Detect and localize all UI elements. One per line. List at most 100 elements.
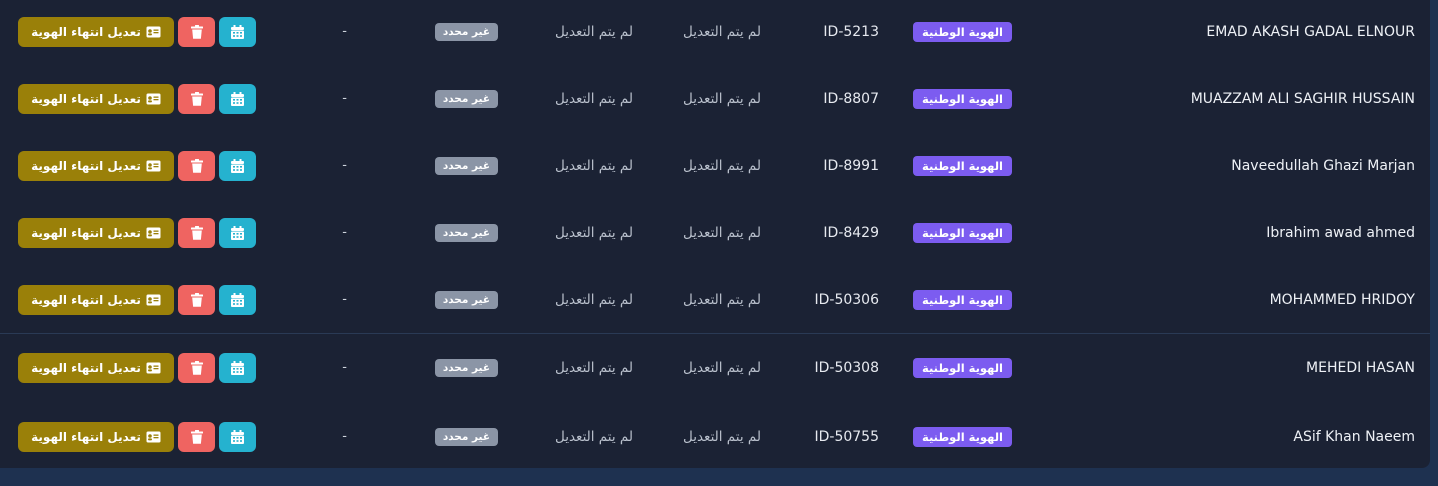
edit-button-label: تعديل انتهاء الهوية — [31, 225, 141, 240]
trash-icon — [190, 292, 203, 307]
edit-button-label: تعديل انتهاء الهوية — [31, 24, 141, 39]
delete-button[interactable] — [178, 284, 215, 315]
id-type-badge: الهوية الوطنية — [912, 21, 1012, 42]
id-card-icon — [146, 93, 161, 105]
table-row: Naveedullah Ghazi Marjan الهوية الوطنية … — [0, 132, 1430, 199]
table-row: EMAD AKASH GADAL ELNOUR الهوية الوطنية I… — [0, 0, 1430, 65]
edit-id-expiry-button[interactable]: تعديل انتهاء الهوية — [18, 83, 174, 114]
modification-status: لم يتم التعديل — [682, 291, 761, 308]
table-row: MOHAMMED HRIDOY الهوية الوطنية ID-50306 … — [0, 266, 1430, 333]
row-actions: تعديل انتهاء الهوية — [18, 132, 256, 199]
calendar-button[interactable] — [219, 352, 256, 383]
delete-button[interactable] — [178, 217, 215, 248]
edit-button-label: تعديل انتهاء الهوية — [31, 292, 141, 307]
calendar-icon — [231, 158, 244, 173]
undefined-badge: غير محدد — [434, 156, 498, 175]
id-number: ID-8429 — [823, 224, 879, 241]
calendar-icon — [231, 292, 244, 307]
undefined-badge: غير محدد — [434, 358, 498, 377]
modification-status: لم يتم التعديل — [682, 23, 761, 40]
id-number: ID-50755 — [814, 428, 880, 445]
modification-status: لم يتم التعديل — [682, 157, 761, 174]
employee-name: Ibrahim awad ahmed — [1266, 224, 1415, 241]
id-number: ID-5213 — [823, 23, 879, 40]
employee-name: EMAD AKASH GADAL ELNOUR — [1206, 23, 1415, 40]
modification-status: لم يتم التعديل — [554, 90, 633, 107]
employee-name: MEHEDI HASAN — [1306, 359, 1415, 376]
table-row: Ibrahim awad ahmed الهوية الوطنية ID-842… — [0, 199, 1430, 266]
expiry-value: - — [342, 360, 347, 375]
delete-button[interactable] — [178, 421, 215, 452]
modification-status: لم يتم التعديل — [682, 428, 761, 445]
row-actions: تعديل انتهاء الهوية — [18, 65, 256, 132]
id-type-badge: الهوية الوطنية — [912, 222, 1012, 243]
id-type-badge: الهوية الوطنية — [912, 88, 1012, 109]
undefined-badge: غير محدد — [434, 223, 498, 242]
id-number: ID-50306 — [814, 291, 880, 308]
id-card-icon — [146, 227, 161, 239]
calendar-icon — [231, 225, 244, 240]
expiry-value: - — [342, 91, 347, 106]
modification-status: لم يتم التعديل — [682, 90, 761, 107]
table-row: MUAZZAM ALI SAGHIR HUSSAIN الهوية الوطني… — [0, 65, 1430, 132]
expiry-value: - — [342, 429, 347, 444]
edit-button-label: تعديل انتهاء الهوية — [31, 429, 141, 444]
row-actions: تعديل انتهاء الهوية — [18, 334, 256, 401]
delete-button[interactable] — [178, 83, 215, 114]
expiry-value: - — [342, 225, 347, 240]
calendar-icon — [231, 429, 244, 444]
id-number: ID-8807 — [823, 90, 879, 107]
row-actions: تعديل انتهاء الهوية — [18, 403, 256, 470]
expiry-value: - — [342, 292, 347, 307]
table-row: MEHEDI HASAN الهوية الوطنية ID-50308 لم … — [0, 333, 1430, 401]
id-type-badge: الهوية الوطنية — [912, 155, 1012, 176]
undefined-badge: غير محدد — [434, 22, 498, 41]
id-card-icon — [146, 431, 161, 443]
id-card-icon — [146, 160, 161, 172]
id-card-icon — [146, 26, 161, 38]
id-number: ID-50308 — [814, 359, 880, 376]
employee-name: ASif Khan Naeem — [1293, 428, 1415, 445]
calendar-button[interactable] — [219, 83, 256, 114]
calendar-icon — [231, 91, 244, 106]
edit-id-expiry-button[interactable]: تعديل انتهاء الهوية — [18, 16, 174, 47]
modification-status: لم يتم التعديل — [554, 157, 633, 174]
expiry-value: - — [342, 24, 347, 39]
undefined-badge: غير محدد — [434, 290, 498, 309]
calendar-button[interactable] — [219, 16, 256, 47]
employee-name: MUAZZAM ALI SAGHIR HUSSAIN — [1190, 90, 1415, 107]
edit-id-expiry-button[interactable]: تعديل انتهاء الهوية — [18, 421, 174, 452]
employees-table: EMAD AKASH GADAL ELNOUR الهوية الوطنية I… — [0, 0, 1430, 468]
id-type-badge: الهوية الوطنية — [912, 357, 1012, 378]
delete-button[interactable] — [178, 16, 215, 47]
calendar-button[interactable] — [219, 217, 256, 248]
modification-status: لم يتم التعديل — [682, 359, 761, 376]
employee-name: MOHAMMED HRIDOY — [1269, 291, 1415, 308]
undefined-badge: غير محدد — [434, 427, 498, 446]
edit-button-label: تعديل انتهاء الهوية — [31, 158, 141, 173]
edit-id-expiry-button[interactable]: تعديل انتهاء الهوية — [18, 217, 174, 248]
edit-id-expiry-button[interactable]: تعديل انتهاء الهوية — [18, 352, 174, 383]
calendar-button[interactable] — [219, 421, 256, 452]
trash-icon — [190, 91, 203, 106]
id-number: ID-8991 — [823, 157, 879, 174]
edit-id-expiry-button[interactable]: تعديل انتهاء الهوية — [18, 284, 174, 315]
calendar-icon — [231, 360, 244, 375]
modification-status: لم يتم التعديل — [554, 224, 633, 241]
edit-button-label: تعديل انتهاء الهوية — [31, 91, 141, 106]
edit-button-label: تعديل انتهاء الهوية — [31, 360, 141, 375]
trash-icon — [190, 429, 203, 444]
edit-id-expiry-button[interactable]: تعديل انتهاء الهوية — [18, 150, 174, 181]
modification-status: لم يتم التعديل — [682, 224, 761, 241]
trash-icon — [190, 24, 203, 39]
delete-button[interactable] — [178, 150, 215, 181]
undefined-badge: غير محدد — [434, 89, 498, 108]
delete-button[interactable] — [178, 352, 215, 383]
row-actions: تعديل انتهاء الهوية — [18, 199, 256, 266]
id-type-badge: الهوية الوطنية — [912, 289, 1012, 310]
modification-status: لم يتم التعديل — [554, 428, 633, 445]
calendar-button[interactable] — [219, 284, 256, 315]
calendar-button[interactable] — [219, 150, 256, 181]
calendar-icon — [231, 24, 244, 39]
trash-icon — [190, 158, 203, 173]
